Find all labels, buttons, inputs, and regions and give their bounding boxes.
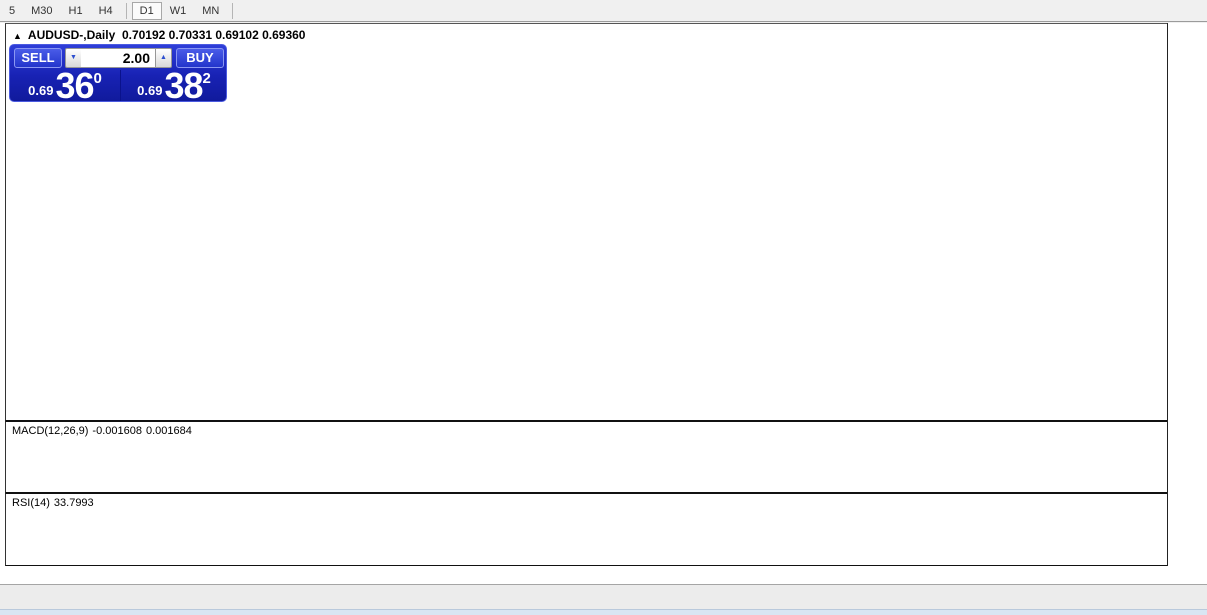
time-axis[interactable] [5, 566, 1167, 584]
rsi-value: 33.7993 [53, 497, 94, 509]
buy-price-big: 38 [164, 65, 203, 106]
buy-price-display[interactable]: 0.69 38 2 [120, 65, 227, 106]
timeframe-button-m30[interactable]: M30 [23, 2, 60, 20]
status-strip [0, 609, 1207, 615]
timeframe-toolbar: 5 M30 H1 H4 D1 W1 MN [0, 0, 1207, 22]
macd-label: MACD(12,26,9) -0.001608 0.001684 [12, 425, 196, 437]
sell-price-big: 36 [55, 65, 94, 106]
sell-price-display[interactable]: 0.69 36 0 [12, 65, 118, 106]
chart-title: ▲ AUDUSD-,Daily 0.70192 0.70331 0.69102 0… [13, 28, 305, 42]
sell-price-sup: 0 [93, 70, 102, 87]
price-axis[interactable] [1167, 23, 1207, 566]
rsi-name: RSI(14) [12, 497, 50, 509]
macd-signal-value: 0.001684 [145, 425, 192, 437]
timeframe-button-d1[interactable]: D1 [131, 1, 162, 20]
rsi-indicator-panel[interactable]: RSI(14) 33.7993 [5, 493, 1167, 566]
chart-title-ohlc: 0.70192 0.70331 0.69102 0.69360 [121, 28, 306, 42]
macd-main-value: -0.001608 [92, 425, 142, 437]
one-click-trading-widget: SELL ▼ ▲ BUY 0.69 36 0 0.69 38 2 [9, 44, 227, 106]
one-click-collapse-icon[interactable]: ▲ [13, 31, 22, 41]
macd-indicator-panel[interactable]: MACD(12,26,9) -0.001608 0.001684 [5, 421, 1167, 493]
buy-price-prefix: 0.69 [137, 83, 163, 98]
sell-price-prefix: 0.69 [28, 83, 54, 98]
timeframe-button-h1[interactable]: H1 [61, 2, 91, 20]
timeframe-button-5[interactable]: 5 [1, 2, 23, 20]
price-chart-panel[interactable]: ▲ AUDUSD-,Daily 0.70192 0.70331 0.69102 0… [5, 23, 1167, 421]
chart-window: ▲ AUDUSD-,Daily 0.70192 0.70331 0.69102 0… [0, 23, 1207, 584]
macd-name: MACD(12,26,9) [12, 425, 89, 437]
mt4-window: 5 M30 H1 H4 D1 W1 MN ▲ AUDUSD-,Daily 0.70192 0.… [0, 0, 1207, 615]
timeframe-button-w1[interactable]: W1 [162, 2, 195, 20]
toolbar-separator [232, 2, 234, 19]
chart-tab-bar [0, 584, 1207, 609]
timeframe-button-h4[interactable]: H4 [91, 2, 121, 20]
chart-title-symbol: AUDUSD-,Daily [27, 28, 116, 42]
buy-price-sup: 2 [202, 70, 211, 87]
toolbar-separator [125, 2, 127, 19]
timeframe-button-mn[interactable]: MN [194, 2, 227, 20]
rsi-label: RSI(14) 33.7993 [12, 497, 98, 509]
